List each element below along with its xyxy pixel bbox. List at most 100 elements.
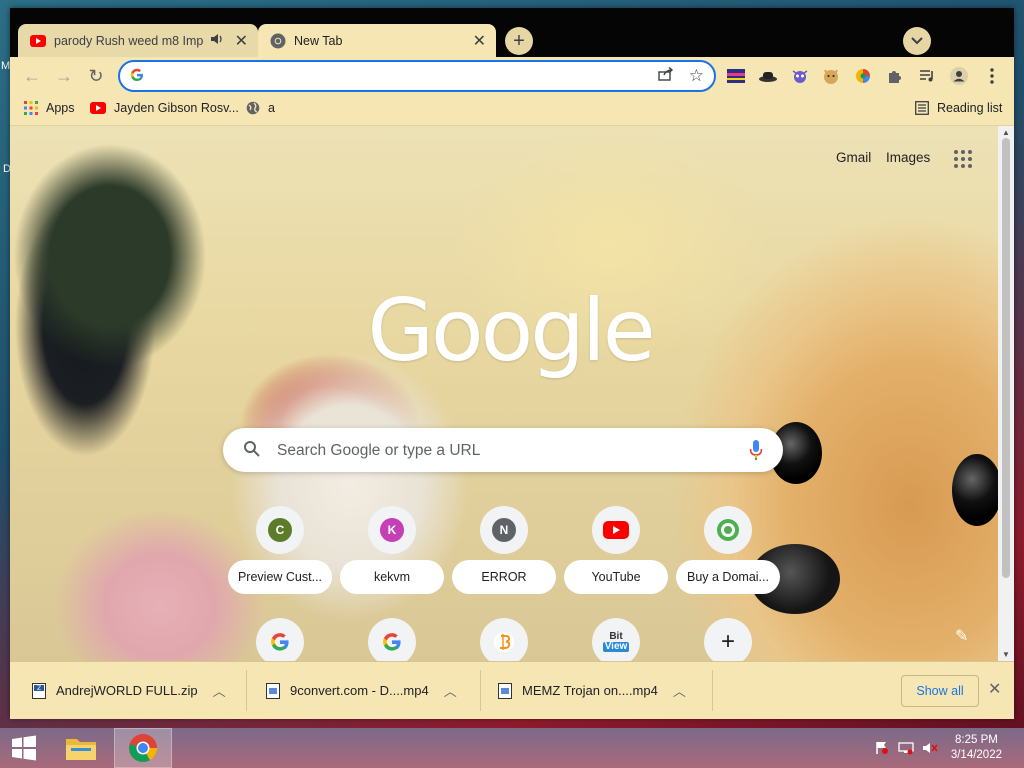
search-input[interactable] [275, 440, 739, 462]
bug-extension[interactable] [790, 66, 810, 86]
google-icon [130, 68, 144, 85]
images-link[interactable]: Images [886, 150, 930, 165]
divider [246, 670, 247, 711]
system-clock[interactable]: 8:25 PM 3/14/2022 [951, 733, 1002, 763]
share-icon[interactable] [658, 66, 674, 84]
windows-icon [12, 735, 36, 761]
desktop-label-m: M [1, 60, 11, 72]
chevron-down-icon [911, 37, 923, 45]
tab-new-tab[interactable]: New Tab ✕ [258, 24, 496, 57]
bookmark-label: Jayden Gibson Rosv... [114, 101, 239, 115]
clock-date: 3/14/2022 [950, 749, 1002, 761]
close-tab-icon[interactable]: ✕ [473, 31, 486, 51]
shortcut-icon: N [480, 506, 528, 554]
download-item[interactable]: MEMZ Trojan on....mp4 ︿ [498, 662, 686, 719]
shortcut-letter: C [268, 518, 292, 542]
browser-window: parody Rush weed m8 Important ✕ New Tab … [10, 8, 1014, 719]
address-bar[interactable]: ☆ [118, 60, 716, 92]
bookmark-label: Apps [46, 101, 75, 115]
microphone-icon[interactable] [749, 439, 763, 464]
reading-list-icon [915, 101, 929, 115]
globe-icon [246, 101, 260, 115]
media-icon[interactable] [917, 66, 937, 86]
download-filename: MEMZ Trojan on....mp4 [522, 683, 658, 698]
menu-icon[interactable] [982, 66, 1002, 86]
shortcut-letter: K [380, 518, 404, 542]
download-filename: 9convert.com - D....mp4 [290, 683, 429, 698]
customize-pencil-icon[interactable]: ✎ [955, 626, 968, 646]
profile-icon[interactable] [949, 66, 969, 86]
forward-button[interactable]: → [51, 63, 77, 89]
bookmark-apps[interactable]: Apps [24, 101, 75, 115]
google-icon [368, 618, 416, 661]
reload-button[interactable]: ↻ [83, 63, 109, 89]
youtube-icon [90, 102, 106, 114]
bookmarks-bar: Apps Jayden Gibson Rosv... a Reading lis… [10, 95, 1014, 126]
page-scrollbar[interactable]: ▲ ▼ [998, 126, 1014, 661]
new-tab-page: Gmail Images Google C Preview Cust... [10, 126, 998, 661]
bookmark-jayden[interactable]: Jayden Gibson Rosv... [90, 101, 239, 115]
download-shelf: Z AndrejWORLD FULL.zip ︿ 9convert.com - … [10, 661, 1014, 719]
folder-icon [66, 739, 96, 760]
reading-list-label: Reading list [937, 101, 1003, 115]
tab-title: New Tab [294, 33, 343, 48]
hat-extension[interactable] [758, 66, 778, 86]
video-file-icon [266, 682, 280, 699]
google-apps-icon[interactable] [954, 150, 972, 171]
tab-youtube[interactable]: parody Rush weed m8 Important ✕ [18, 24, 258, 57]
network-icon[interactable] [896, 728, 916, 768]
add-shortcut-icon: + [704, 618, 752, 661]
chevron-up-icon[interactable]: ︿ [444, 681, 457, 700]
bookmark-label: a [268, 101, 275, 115]
volume-icon[interactable] [920, 728, 940, 768]
google-logo: Google [367, 281, 655, 381]
chevron-up-icon[interactable]: ︿ [213, 681, 226, 700]
bookmark-star-icon[interactable]: ☆ [689, 66, 704, 86]
shortcut-label: YouTube [564, 560, 668, 594]
gmail-link[interactable]: Gmail [836, 150, 871, 165]
toolbar: ← → ↻ ☆ [10, 57, 1014, 95]
background-image-eye [952, 454, 998, 526]
youtube-icon [30, 33, 46, 49]
chrome-icon [270, 33, 286, 49]
new-tab-button[interactable]: + [505, 27, 533, 55]
download-item[interactable]: 9convert.com - D....mp4 ︿ [266, 662, 457, 719]
file-explorer-button[interactable] [58, 728, 104, 768]
shortcut-icon: C [256, 506, 304, 554]
back-button[interactable]: ← [19, 63, 45, 89]
doge-extension[interactable] [821, 66, 841, 86]
bookmark-a[interactable]: a [246, 101, 275, 115]
download-item[interactable]: Z AndrejWORLD FULL.zip ︿ [32, 662, 226, 719]
chrome-icon [129, 734, 157, 762]
svg-text:Z: Z [37, 685, 41, 692]
color-extension[interactable] [853, 66, 873, 86]
google-icon [256, 618, 304, 661]
download-filename: AndrejWORLD FULL.zip [56, 683, 198, 698]
audio-playing-icon[interactable] [210, 32, 224, 49]
youtube-icon [592, 506, 640, 554]
action-center-icon[interactable] [872, 728, 892, 768]
close-icon[interactable]: ✕ [988, 679, 1001, 699]
search-box[interactable] [223, 428, 783, 472]
address-input[interactable] [152, 66, 636, 88]
bitview-icon: Bit View [592, 618, 640, 661]
bitcoin-icon [480, 618, 528, 661]
scroll-up-icon[interactable]: ▲ [1002, 128, 1010, 137]
extension-1[interactable] [726, 66, 746, 86]
shortcut-label: Buy a Domai... [676, 560, 780, 594]
close-tab-icon[interactable]: ✕ [235, 31, 248, 51]
show-all-button[interactable]: Show all [901, 675, 979, 707]
tab-title: parody Rush weed m8 Important [54, 33, 204, 48]
chevron-up-icon[interactable]: ︿ [673, 681, 686, 700]
scrollbar-thumb[interactable] [1002, 138, 1010, 578]
tab-search-button[interactable] [903, 27, 931, 55]
scroll-down-icon[interactable]: ▼ [1002, 650, 1010, 659]
clock-time: 8:25 PM [955, 734, 998, 746]
shortcut-icon: K [368, 506, 416, 554]
start-button[interactable] [0, 728, 48, 768]
chrome-taskbar-button[interactable] [114, 728, 172, 768]
search-icon [243, 440, 261, 461]
shortcut-label: kekvm [340, 560, 444, 594]
reading-list-button[interactable]: Reading list [915, 101, 1002, 115]
puzzle-icon[interactable] [885, 66, 905, 86]
